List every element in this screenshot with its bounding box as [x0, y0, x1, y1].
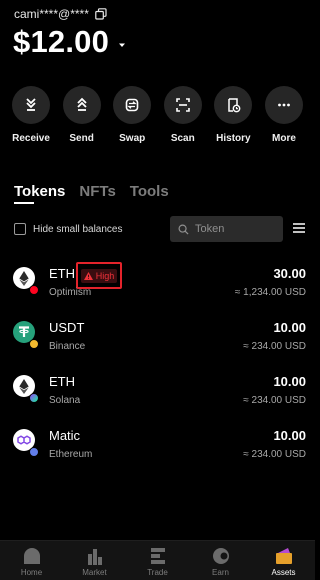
token-symbol: ETH — [49, 374, 75, 389]
market-icon — [87, 549, 102, 565]
bottom-nav: Home Market Trade Earn Assets — [0, 540, 315, 580]
total-balance: $12.00 — [13, 24, 110, 59]
send-button[interactable]: Send — [57, 86, 107, 144]
nav-label: Home — [20, 568, 43, 577]
quick-actions: Receive Send Swap Scan History More — [0, 86, 315, 144]
caret-down-icon[interactable] — [117, 40, 127, 50]
token-list: ETH High Optimism 30.00 ≈ 1,234.00 USD U… — [0, 262, 315, 478]
earn-icon — [212, 548, 229, 564]
hide-small-balances-checkbox[interactable] — [14, 223, 26, 235]
nav-label: Market — [82, 568, 107, 577]
token-usd-value: ≈ 234.00 USD — [243, 341, 306, 352]
hide-small-balances-label[interactable]: Hide small balances — [33, 224, 123, 235]
nav-market[interactable]: Market — [65, 547, 125, 580]
token-row-matic-ethereum[interactable]: Matic Ethereum 10.00 ≈ 234.00 USD — [0, 424, 315, 478]
more-button[interactable]: More — [259, 86, 309, 144]
token-usd-value: ≈ 234.00 USD — [243, 449, 306, 460]
receive-label: Receive — [12, 133, 50, 144]
home-icon — [23, 548, 40, 564]
menu-icon[interactable] — [293, 223, 305, 233]
solana-chain-icon — [29, 393, 39, 403]
more-label: More — [272, 133, 296, 144]
nav-home[interactable]: Home — [2, 547, 62, 580]
token-chain: Ethereum — [49, 449, 93, 460]
token-symbol: Matic — [49, 428, 81, 443]
token-amount: 10.00 — [273, 374, 306, 389]
nav-trade[interactable]: Trade — [128, 547, 188, 580]
more-icon — [264, 86, 303, 124]
swap-icon — [113, 86, 152, 124]
scan-label: Scan — [170, 133, 195, 144]
risk-label: High — [95, 270, 115, 281]
token-chain: Binance — [49, 341, 86, 352]
asset-tabs: Tokens NFTs Tools — [14, 183, 169, 200]
token-chain: Optimism — [49, 287, 92, 298]
ethereum-chain-icon — [29, 447, 39, 457]
account-name: cami****@**** — [14, 7, 89, 21]
receive-button[interactable]: Receive — [6, 86, 56, 144]
nav-label: Earn — [212, 568, 229, 577]
account-selector[interactable]: cami****@**** — [14, 7, 107, 21]
tab-tokens[interactable]: Tokens — [14, 183, 65, 200]
token-row-eth-solana[interactable]: ETH Solana 10.00 ≈ 234.00 USD — [0, 370, 315, 424]
token-symbol: USDT — [49, 320, 85, 335]
risk-badge[interactable]: High — [76, 262, 122, 289]
nav-label: Assets — [271, 568, 296, 577]
nav-earn[interactable]: Earn — [191, 547, 251, 580]
search-icon — [178, 224, 189, 235]
warning-icon — [83, 271, 93, 280]
token-symbol: ETH — [49, 266, 75, 281]
optimism-chain-icon — [29, 285, 39, 295]
token-usd-value: ≈ 234.00 USD — [243, 395, 306, 406]
token-search-input[interactable]: Token — [170, 216, 283, 242]
send-label: Send — [69, 133, 94, 144]
receive-icon — [12, 86, 50, 124]
token-chain: Solana — [49, 395, 81, 406]
search-placeholder: Token — [195, 223, 225, 235]
copy-icon[interactable] — [95, 8, 107, 20]
active-tab-indicator — [14, 202, 34, 204]
token-amount: 10.00 — [273, 320, 306, 335]
swap-label: Swap — [119, 133, 146, 144]
scan-button[interactable]: Scan — [158, 86, 208, 144]
tab-nfts[interactable]: NFTs — [79, 183, 115, 200]
history-button[interactable]: History — [208, 86, 258, 144]
token-row-usdt-binance[interactable]: USDT Binance 10.00 ≈ 234.00 USD — [0, 316, 315, 370]
history-icon — [214, 86, 253, 124]
swap-button[interactable]: Swap — [107, 86, 157, 144]
history-label: History — [216, 133, 251, 144]
token-amount: 30.00 — [273, 266, 306, 281]
balance-display[interactable]: $12.00 — [13, 24, 127, 60]
nav-label: Trade — [147, 568, 168, 577]
filter-row: Hide small balances Token — [14, 216, 306, 242]
tab-tools[interactable]: Tools — [130, 183, 169, 200]
scan-icon — [163, 86, 202, 124]
send-icon — [62, 86, 101, 124]
token-row-eth-optimism[interactable]: ETH High Optimism 30.00 ≈ 1,234.00 USD — [0, 262, 315, 316]
token-amount: 10.00 — [273, 428, 306, 443]
assets-icon — [275, 548, 292, 564]
binance-chain-icon — [29, 339, 39, 349]
token-usd-value: ≈ 1,234.00 USD — [234, 287, 306, 298]
trade-icon — [150, 548, 165, 564]
nav-assets[interactable]: Assets — [254, 547, 314, 580]
